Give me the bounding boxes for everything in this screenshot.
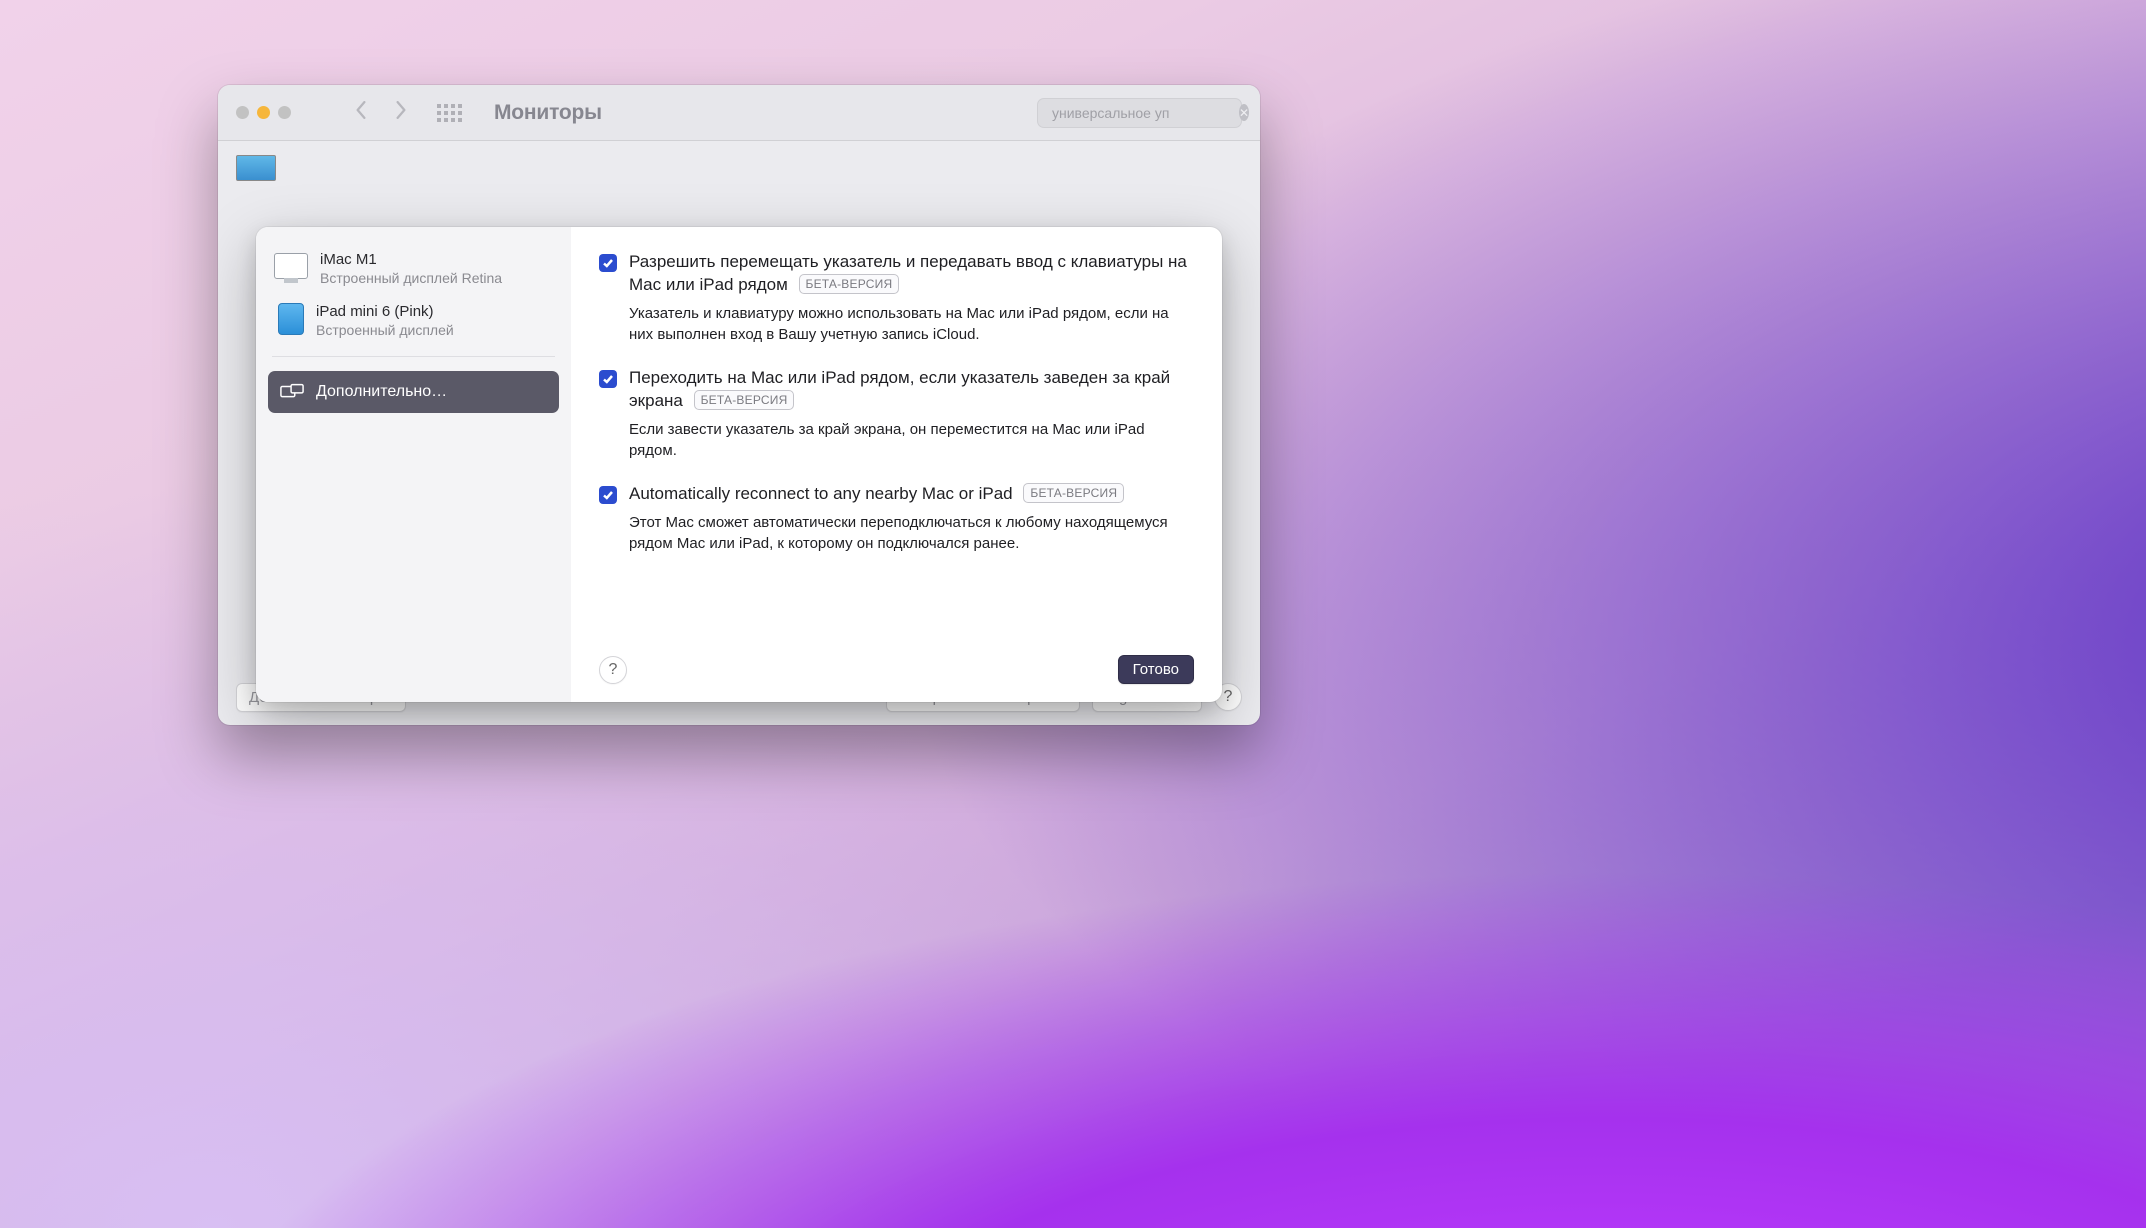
option-description: Этот Mac сможет автоматически переподклю… bbox=[629, 512, 1194, 554]
clear-search-button[interactable]: ✕ bbox=[1239, 104, 1249, 121]
option-allow-pointer-keyboard: Разрешить перемещать указатель и передав… bbox=[599, 251, 1194, 345]
checkbox[interactable] bbox=[599, 486, 617, 504]
done-button[interactable]: Готово bbox=[1118, 655, 1194, 684]
window-title: Мониторы bbox=[494, 101, 602, 125]
sheet-sidebar: iMac M1 Встроенный дисплей Retina iPad m… bbox=[256, 227, 571, 702]
traffic-lights bbox=[236, 106, 291, 119]
option-title-text: Automatically reconnect to any nearby Ma… bbox=[629, 484, 1013, 503]
ipad-icon bbox=[278, 303, 304, 335]
option-auto-reconnect: Automatically reconnect to any nearby Ma… bbox=[599, 483, 1194, 554]
sidebar-advanced-label: Дополнительно… bbox=[316, 383, 447, 401]
beta-badge: БЕТА-ВЕРСИЯ bbox=[1023, 483, 1124, 503]
option-title-text: Разрешить перемещать указатель и передав… bbox=[629, 252, 1187, 294]
titlebar: Мониторы ✕ bbox=[218, 85, 1260, 141]
displays-icon bbox=[280, 383, 304, 401]
advanced-settings-sheet: iMac M1 Встроенный дисплей Retina iPad m… bbox=[256, 227, 1222, 702]
option-title: Automatically reconnect to any nearby Ma… bbox=[629, 483, 1194, 506]
zoom-window-button[interactable] bbox=[278, 106, 291, 119]
option-push-through-edge: Переходить на Mac или iPad рядом, если у… bbox=[599, 367, 1194, 461]
sheet-footer: ? Готово bbox=[599, 655, 1194, 684]
beta-badge: БЕТА-ВЕРСИЯ bbox=[694, 390, 795, 410]
option-description: Если завести указатель за край экрана, о… bbox=[629, 419, 1194, 461]
show-all-prefs-button[interactable] bbox=[437, 104, 462, 122]
option-title: Разрешить перемещать указатель и передав… bbox=[629, 251, 1194, 297]
window-body: клавишу Option. Для перемещения строки м… bbox=[218, 141, 1260, 725]
sheet-help-button[interactable]: ? bbox=[599, 656, 627, 684]
option-description: Указатель и клавиатуру можно использоват… bbox=[629, 303, 1194, 345]
sheet-content: Разрешить перемещать указатель и передав… bbox=[571, 227, 1222, 702]
sidebar-device-ipad[interactable]: iPad mini 6 (Pink) Встроенный дисплей bbox=[268, 297, 559, 349]
forward-button[interactable] bbox=[393, 101, 409, 124]
device-subtitle: Встроенный дисплей bbox=[316, 322, 454, 340]
imac-icon bbox=[274, 253, 308, 279]
back-button[interactable] bbox=[353, 101, 369, 124]
system-preferences-window: Мониторы ✕ клавишу Option. Для перемещен… bbox=[218, 85, 1260, 725]
close-window-button[interactable] bbox=[236, 106, 249, 119]
nav-arrows bbox=[353, 101, 409, 124]
device-name: iMac M1 bbox=[320, 251, 502, 270]
device-name: iPad mini 6 (Pink) bbox=[316, 303, 454, 322]
option-title: Переходить на Mac или iPad рядом, если у… bbox=[629, 367, 1194, 413]
sidebar-device-imac[interactable]: iMac M1 Встроенный дисплей Retina bbox=[268, 245, 559, 297]
minimize-window-button[interactable] bbox=[257, 106, 270, 119]
device-subtitle: Встроенный дисплей Retina bbox=[320, 270, 502, 288]
checkbox[interactable] bbox=[599, 254, 617, 272]
search-field[interactable]: ✕ bbox=[1037, 98, 1242, 128]
display-thumbnail[interactable] bbox=[236, 155, 276, 181]
sidebar-divider bbox=[272, 356, 555, 357]
checkbox[interactable] bbox=[599, 370, 617, 388]
search-input[interactable] bbox=[1052, 105, 1233, 121]
sidebar-item-advanced[interactable]: Дополнительно… bbox=[268, 371, 559, 413]
beta-badge: БЕТА-ВЕРСИЯ bbox=[799, 274, 900, 294]
